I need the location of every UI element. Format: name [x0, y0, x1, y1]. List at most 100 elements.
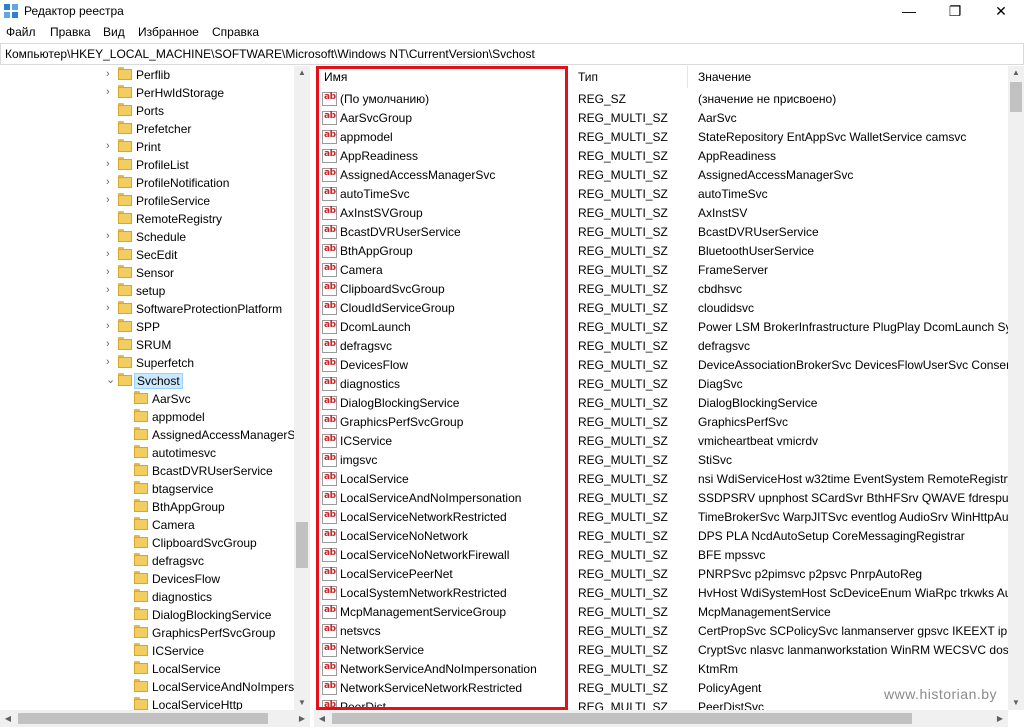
- value-name[interactable]: diagnostics: [340, 377, 574, 391]
- tree-item-label[interactable]: Ports: [134, 104, 166, 118]
- chevron-right-icon[interactable]: ›: [106, 248, 116, 260]
- chevron-right-icon[interactable]: ›: [106, 284, 116, 296]
- value-name[interactable]: LocalSystemNetworkRestricted: [340, 586, 574, 600]
- address-path[interactable]: Компьютер\HKEY_LOCAL_MACHINE\SOFTWARE\Mi…: [5, 47, 535, 61]
- minimize-button[interactable]: —: [886, 0, 932, 22]
- value-row[interactable]: ab ICService REG_MULTI_SZ vmicheartbeat vmi…: [314, 432, 1008, 451]
- tree-item-label[interactable]: Superfetch: [134, 356, 196, 370]
- close-button[interactable]: ✕: [978, 0, 1024, 22]
- tree-item-label[interactable]: LocalServiceHttp: [150, 698, 245, 710]
- value-name[interactable]: AxInstSVGroup: [340, 206, 574, 220]
- value-name[interactable]: defragsvc: [340, 339, 574, 353]
- chevron-right-icon[interactable]: ›: [106, 68, 116, 80]
- value-row[interactable]: ab AarSvcGroup REG_MULTI_SZ AarSvc: [314, 109, 1008, 128]
- menu-help[interactable]: Справка: [212, 25, 259, 39]
- scroll-left-arrow-icon[interactable]: ◀: [0, 714, 16, 723]
- tree-hscroll-thumb[interactable]: [18, 713, 268, 724]
- value-name[interactable]: Camera: [340, 263, 574, 277]
- value-row[interactable]: ab CloudIdServiceGroup REG_MULTI_SZ cloudid…: [314, 299, 1008, 318]
- tree-item-label[interactable]: ProfileNotification: [134, 176, 231, 190]
- tree-item-label[interactable]: defragsvc: [150, 554, 206, 568]
- chevron-right-icon[interactable]: ›: [106, 158, 116, 170]
- tree-item-label[interactable]: autotimesvc: [150, 446, 218, 460]
- tree-horizontal-scrollbar[interactable]: ◀ ▶: [0, 710, 310, 727]
- value-row[interactable]: ab LocalServicePeerNet REG_MULTI_SZ PNRPSvc…: [314, 565, 1008, 584]
- tree-item-label[interactable]: ICService: [150, 644, 206, 658]
- menu-file[interactable]: Файл: [6, 25, 36, 39]
- value-name[interactable]: LocalServiceNoNetwork: [340, 529, 574, 543]
- value-row[interactable]: ab BcastDVRUserService REG_MULTI_SZ BcastDV…: [314, 223, 1008, 242]
- chevron-right-icon[interactable]: ›: [106, 356, 116, 368]
- scroll-down-arrow-icon[interactable]: ▼: [1008, 698, 1024, 707]
- value-name[interactable]: BcastDVRUserService: [340, 225, 574, 239]
- tree-item-label[interactable]: Perflib: [134, 68, 172, 82]
- value-row[interactable]: ab ClipboardSvcGroup REG_MULTI_SZ cbdhsvc: [314, 280, 1008, 299]
- value-row[interactable]: ab DialogBlockingService REG_MULTI_SZ Dialo…: [314, 394, 1008, 413]
- value-row[interactable]: ab LocalServiceNetworkRestricted REG_MULTI…: [314, 508, 1008, 527]
- value-name[interactable]: LocalServiceAndNoImpersonation: [340, 491, 574, 505]
- value-name[interactable]: netsvcs: [340, 624, 574, 638]
- tree-vertical-scrollbar[interactable]: ▲ ▼: [294, 66, 310, 710]
- key-tree[interactable]: › Perflib › PerHwIdStorage Ports Prefetcher › P…: [0, 66, 310, 710]
- column-header-type[interactable]: Тип: [568, 66, 688, 88]
- tree-item-label[interactable]: SecEdit: [134, 248, 179, 262]
- value-name[interactable]: LocalServiceNoNetworkFirewall: [340, 548, 574, 562]
- value-row[interactable]: ab Camera REG_MULTI_SZ FrameServer: [314, 261, 1008, 280]
- value-name[interactable]: PeerDist: [340, 700, 574, 710]
- tree-item-label[interactable]: AssignedAccessManagerSvc: [150, 428, 309, 442]
- value-row[interactable]: ab DevicesFlow REG_MULTI_SZ DeviceAssociati…: [314, 356, 1008, 375]
- value-row[interactable]: ab diagnostics REG_MULTI_SZ DiagSvc: [314, 375, 1008, 394]
- tree-item-label[interactable]: Sensor: [134, 266, 176, 280]
- value-name[interactable]: ICService: [340, 434, 574, 448]
- value-name[interactable]: AssignedAccessManagerSvc: [340, 168, 574, 182]
- list-hscroll-thumb[interactable]: [332, 713, 912, 724]
- scroll-up-arrow-icon[interactable]: ▲: [294, 68, 310, 77]
- column-header-name[interactable]: Имя: [314, 66, 568, 88]
- chevron-right-icon[interactable]: ›: [106, 194, 116, 206]
- value-row[interactable]: ab LocalServiceAndNoImpersonation REG_MULT…: [314, 489, 1008, 508]
- chevron-right-icon[interactable]: ›: [106, 140, 116, 152]
- tree-item-label-selected[interactable]: Svchost: [134, 373, 183, 389]
- value-name[interactable]: LocalService: [340, 472, 574, 486]
- tree-item-label[interactable]: appmodel: [150, 410, 207, 424]
- scroll-up-arrow-icon[interactable]: ▲: [1008, 68, 1024, 77]
- chevron-right-icon[interactable]: ›: [106, 86, 116, 98]
- tree-item-label[interactable]: SRUM: [134, 338, 173, 352]
- values-list[interactable]: Имя Тип Значение ab (По умолчанию) REG_SZ (…: [314, 66, 1008, 710]
- tree-item-label[interactable]: setup: [134, 284, 167, 298]
- tree-item-label[interactable]: DialogBlockingService: [150, 608, 273, 622]
- tree-item-label[interactable]: ProfileList: [134, 158, 191, 172]
- tree-item-label[interactable]: LocalServiceAndNoImpersonation: [150, 680, 310, 694]
- value-name[interactable]: AppReadiness: [340, 149, 574, 163]
- value-row[interactable]: ab netsvcs REG_MULTI_SZ CertPropSvc SCPolic…: [314, 622, 1008, 641]
- value-name[interactable]: McpManagementServiceGroup: [340, 605, 574, 619]
- value-row[interactable]: ab NetworkService REG_MULTI_SZ CryptSvc nla…: [314, 641, 1008, 660]
- value-name[interactable]: DialogBlockingService: [340, 396, 574, 410]
- menu-edit[interactable]: Правка: [50, 25, 91, 39]
- tree-item-label[interactable]: BcastDVRUserService: [150, 464, 275, 478]
- tree-item-label[interactable]: btagservice: [150, 482, 215, 496]
- value-name[interactable]: autoTimeSvc: [340, 187, 574, 201]
- tree-item-label[interactable]: diagnostics: [150, 590, 214, 604]
- value-row[interactable]: ab DcomLaunch REG_MULTI_SZ Power LSM Broker…: [314, 318, 1008, 337]
- value-row[interactable]: ab (По умолчанию) REG_SZ (значение не присв…: [314, 90, 1008, 109]
- value-row[interactable]: ab appmodel REG_MULTI_SZ StateRepository En…: [314, 128, 1008, 147]
- maximize-button[interactable]: ❐: [932, 0, 978, 22]
- scroll-right-arrow-icon[interactable]: ▶: [992, 714, 1008, 723]
- chevron-right-icon[interactable]: ›: [106, 302, 116, 314]
- tree-item-label[interactable]: DevicesFlow: [150, 572, 222, 586]
- tree-item-label[interactable]: GraphicsPerfSvcGroup: [150, 626, 277, 640]
- value-name[interactable]: (По умолчанию): [340, 92, 574, 106]
- tree-item-label[interactable]: SPP: [134, 320, 162, 334]
- value-name[interactable]: GraphicsPerfSvcGroup: [340, 415, 574, 429]
- list-vertical-scrollbar[interactable]: ▲ ▼: [1008, 66, 1024, 710]
- list-scroll-thumb[interactable]: [1010, 82, 1022, 112]
- scroll-left-arrow-icon[interactable]: ◀: [314, 714, 330, 723]
- value-row[interactable]: ab AppReadiness REG_MULTI_SZ AppReadiness: [314, 147, 1008, 166]
- tree-item-label[interactable]: ProfileService: [134, 194, 212, 208]
- tree-scroll-thumb[interactable]: [296, 522, 308, 568]
- address-bar[interactable]: Компьютер\HKEY_LOCAL_MACHINE\SOFTWARE\Mi…: [0, 43, 1024, 65]
- value-row[interactable]: ab GraphicsPerfSvcGroup REG_MULTI_SZ Graphi…: [314, 413, 1008, 432]
- value-name[interactable]: DevicesFlow: [340, 358, 574, 372]
- tree-item-label[interactable]: Print: [134, 140, 163, 154]
